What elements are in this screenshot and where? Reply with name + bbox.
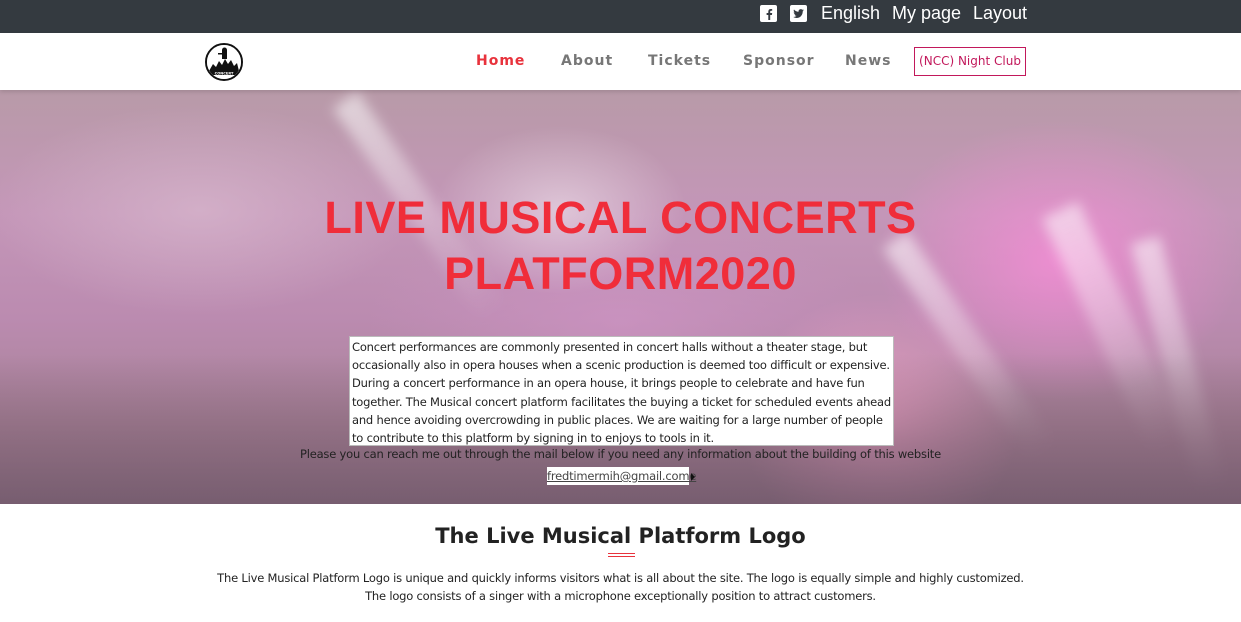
logo-text: CONCERT: [215, 71, 234, 75]
section-text-line2: The logo consists of a singer with a mic…: [365, 589, 876, 603]
night-club-button[interactable]: (NCC) Night Club: [914, 47, 1026, 76]
language-selector[interactable]: English: [821, 2, 880, 24]
facebook-icon[interactable]: [760, 5, 777, 22]
nav-tickets[interactable]: Tickets: [648, 53, 711, 69]
contact-email-link[interactable]: fredtimermih@gmail.come: [547, 467, 696, 485]
hero-title-line1: LIVE MUSICAL CONCERTS: [324, 192, 917, 243]
nav-home[interactable]: Home: [476, 53, 525, 69]
section-divider: [608, 553, 635, 557]
top-bar: English My page Layout: [0, 0, 1241, 33]
my-page-link[interactable]: My page: [892, 2, 961, 24]
site-logo[interactable]: CONCERT: [205, 43, 243, 81]
section-text-line1: The Live Musical Platform Logo is unique…: [217, 571, 1024, 585]
contact-text: Please you can reach me out through the …: [299, 447, 941, 461]
hero-banner: LIVE MUSICAL CONCERTS PLATFORM2020 Conce…: [0, 90, 1241, 504]
hero-title-line2: PLATFORM2020: [444, 248, 797, 299]
layout-link[interactable]: Layout: [973, 2, 1027, 24]
main-navbar: CONCERT Home About Tickets Sponsor News …: [0, 33, 1241, 90]
section-title: The Live Musical Platform Logo: [435, 524, 806, 548]
nav-news[interactable]: News: [845, 53, 891, 69]
twitter-icon[interactable]: [790, 5, 807, 22]
section-text: The Live Musical Platform Logo is unique…: [0, 569, 1241, 605]
caret-right-icon: [691, 473, 695, 481]
nav-sponsor[interactable]: Sponsor: [743, 53, 815, 69]
hero-description: Concert performances are commonly presen…: [349, 336, 894, 446]
concert-logo-icon: CONCERT: [207, 45, 241, 79]
hero-title: LIVE MUSICAL CONCERTS PLATFORM2020: [0, 190, 1241, 302]
nav-about[interactable]: About: [561, 53, 613, 69]
